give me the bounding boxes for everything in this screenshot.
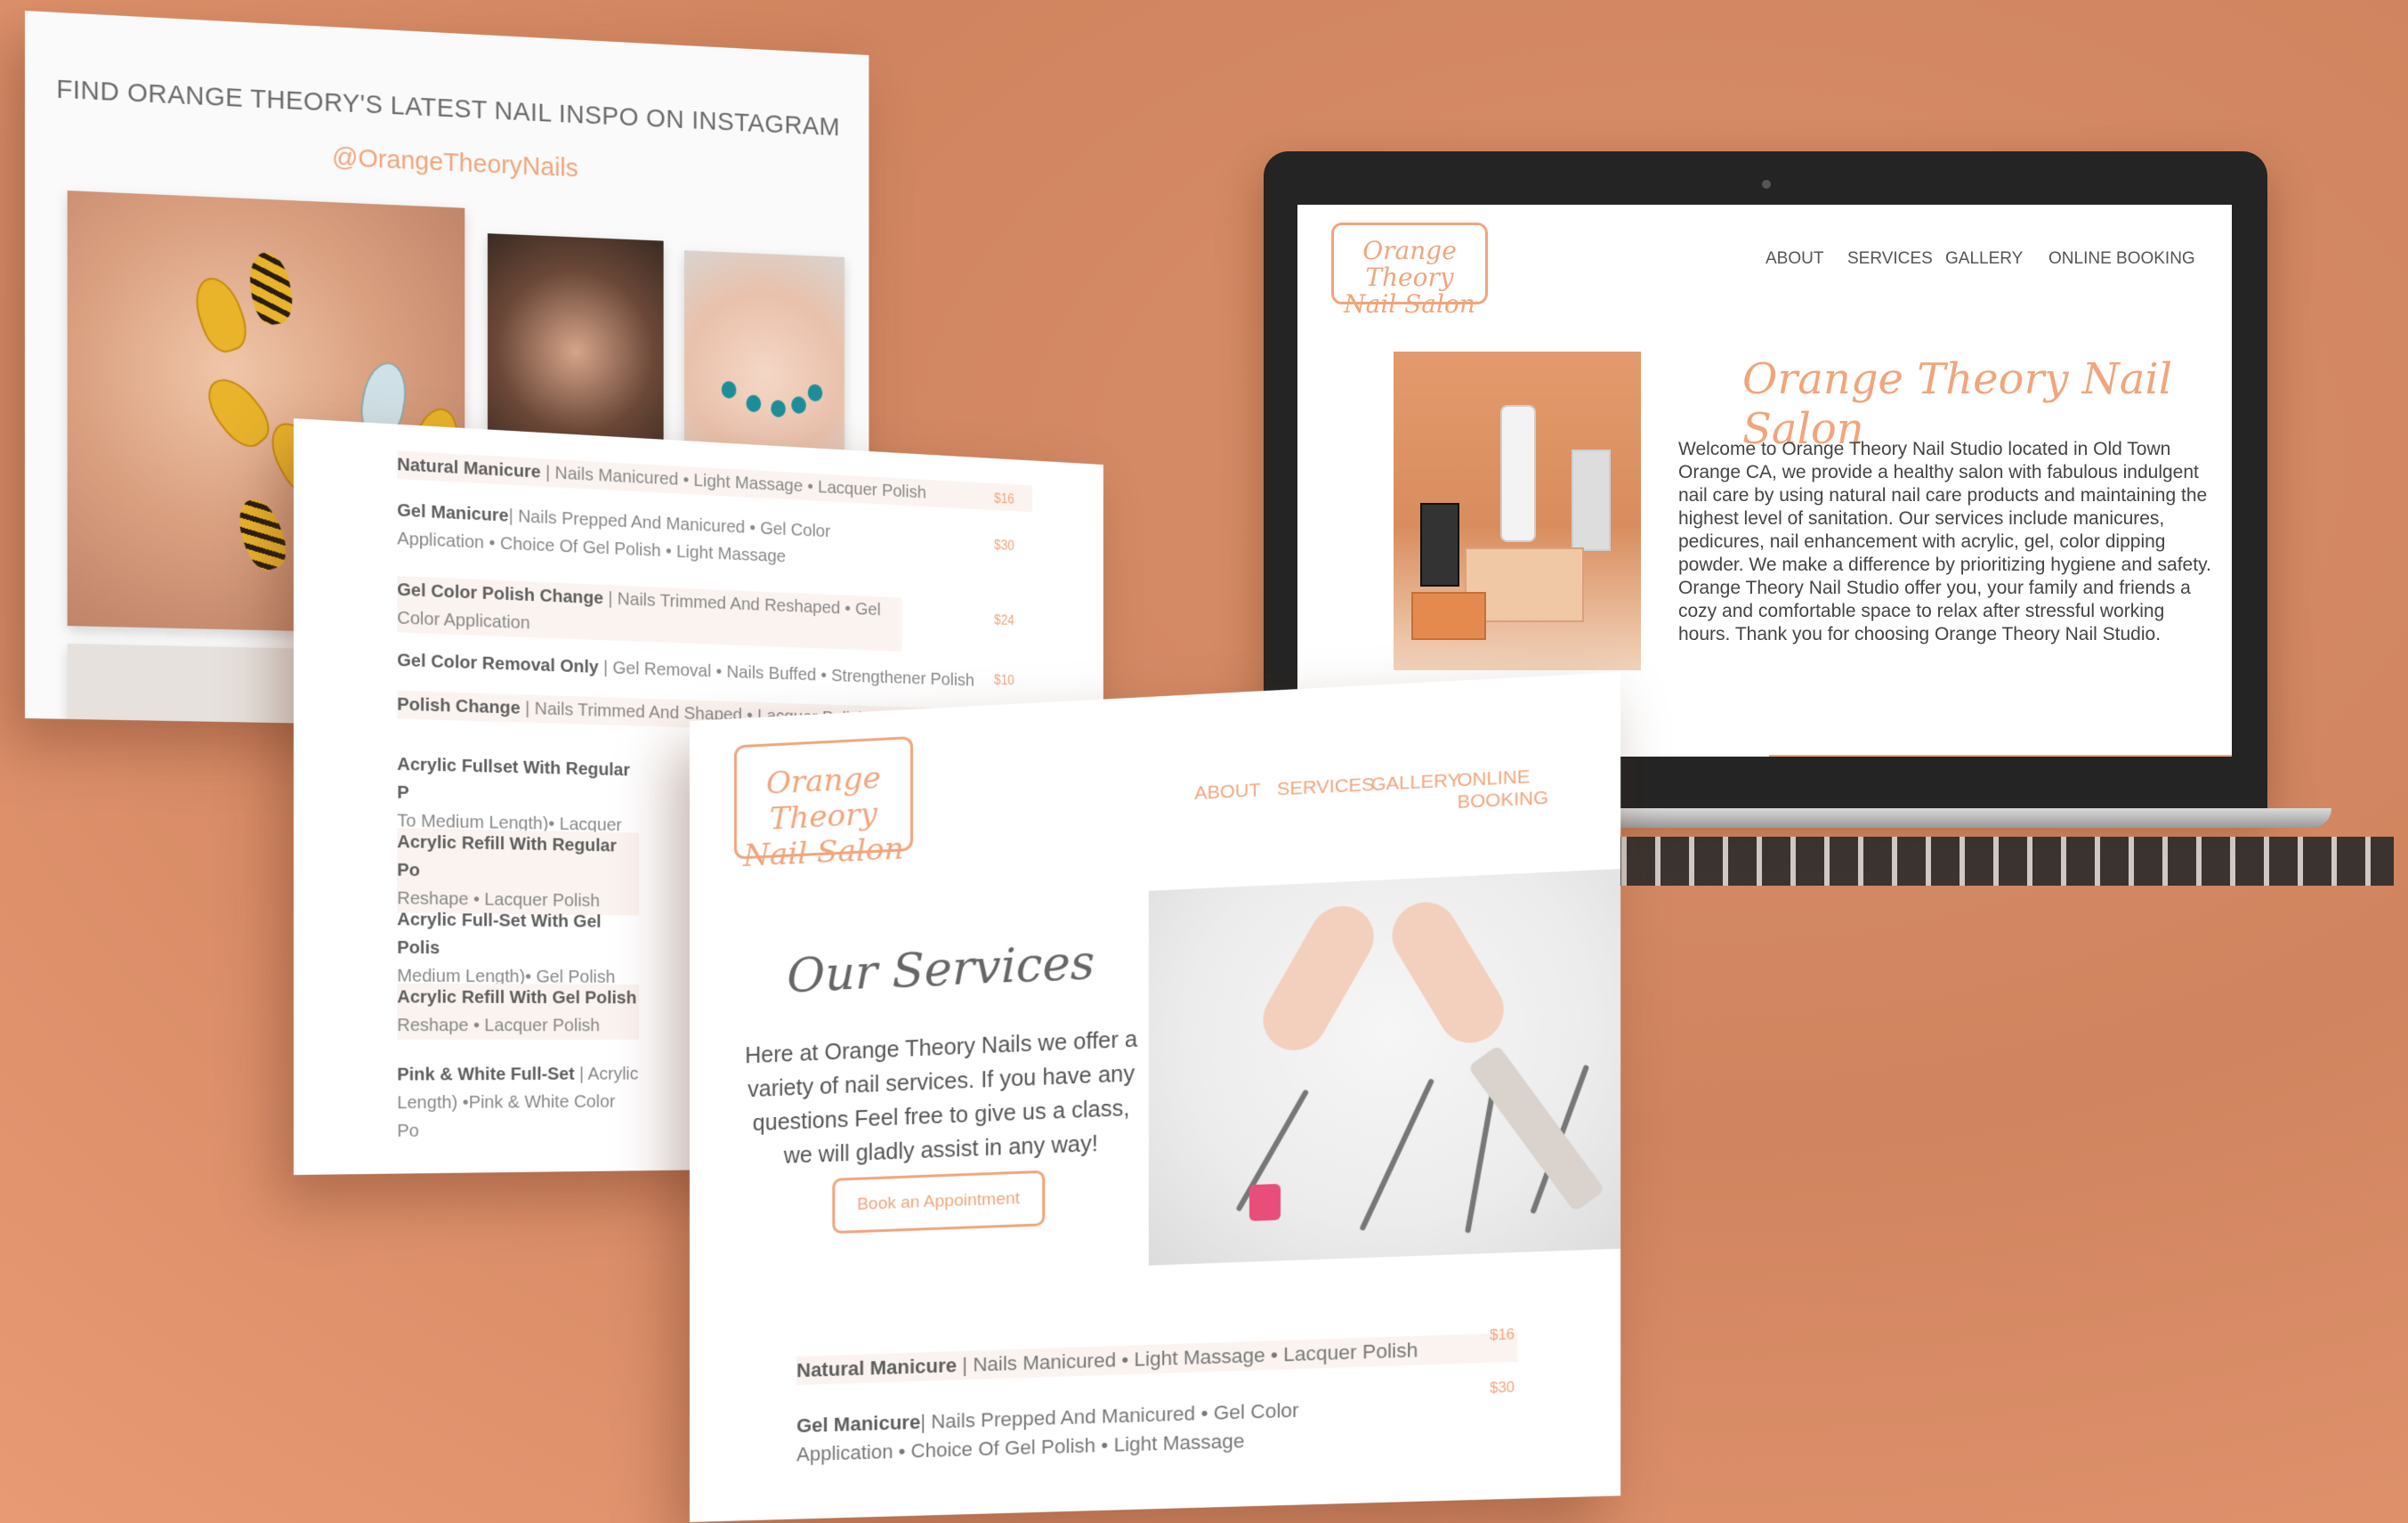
block-shape bbox=[1411, 592, 1486, 640]
nav-online-booking[interactable]: ONLINE BOOKING bbox=[1457, 762, 1620, 814]
salon-products-photo bbox=[1394, 352, 1641, 670]
price-value: $30 bbox=[994, 539, 1014, 555]
nav-about[interactable]: ABOUT bbox=[1194, 780, 1261, 805]
price-row: Gel Color Removal Only | Gel Removal • N… bbox=[397, 646, 1031, 696]
polish-bottle bbox=[1249, 1184, 1281, 1221]
price-row: Gel Manicure| Nails Prepped And Manicure… bbox=[397, 497, 901, 576]
service-price: $16 bbox=[1490, 1327, 1515, 1344]
mockup-stage: FIND ORANGE THEORY'S LATEST NAIL INSPO O… bbox=[0, 0, 2408, 1523]
tool-shape bbox=[1465, 1088, 1496, 1233]
price-row: Pink & White Full-Set | Acrylic Length) … bbox=[397, 1060, 639, 1146]
nav-gallery[interactable]: GALLERY bbox=[1945, 249, 2023, 269]
bottle-shape bbox=[1500, 405, 1536, 542]
logo-line: Nail Salon bbox=[737, 830, 910, 875]
service-row: Gel Manicure| Nails Prepped And Manicure… bbox=[796, 1394, 1360, 1469]
toe-dot bbox=[747, 394, 762, 412]
salon-logo[interactable]: Orange Theory Nail Salon bbox=[1331, 223, 1488, 304]
nav-about[interactable]: ABOUT bbox=[1766, 249, 1823, 269]
toe-dot bbox=[722, 381, 737, 399]
service-price: $30 bbox=[1490, 1380, 1515, 1397]
price-value: $10 bbox=[994, 673, 1014, 689]
toe-dot bbox=[771, 400, 786, 417]
salon-logo[interactable]: Orange Theory Nail Salon bbox=[734, 736, 913, 860]
tool-shape bbox=[1359, 1078, 1434, 1231]
nav-gallery[interactable]: GALLERY bbox=[1371, 770, 1461, 797]
price-value: $16 bbox=[994, 491, 1014, 507]
nail-photo-pedicure[interactable] bbox=[684, 250, 844, 458]
toe-dot bbox=[791, 396, 806, 414]
toe-dot bbox=[808, 384, 823, 401]
camera-dot bbox=[1762, 180, 1771, 189]
nail-shape bbox=[187, 271, 254, 357]
book-appointment-button[interactable]: Book an Appointment bbox=[832, 1171, 1045, 1234]
manicure-tools-photo bbox=[1149, 869, 1620, 1266]
bottle-shape bbox=[1572, 450, 1611, 551]
services-title: Our Services bbox=[690, 931, 1194, 1008]
instagram-handle-link[interactable]: @OrangeTheoryNails bbox=[25, 128, 869, 197]
logo-line: Nail Salon bbox=[1334, 291, 1485, 318]
laptop-keyboard bbox=[1593, 837, 2394, 886]
nail-shape bbox=[245, 250, 296, 327]
price-value: $24 bbox=[994, 613, 1014, 629]
price-row: Acrylic Refill With Gel Polish Reshape • … bbox=[397, 984, 639, 1040]
nav-online-booking[interactable]: ONLINE BOOKING bbox=[2048, 249, 2195, 269]
laptop-screen: Orange Theory Nail Salon ABOUT SERVICES … bbox=[1297, 205, 2232, 757]
services-intro: Here at Orange Theory Nails we offer a v… bbox=[743, 1022, 1140, 1174]
service-row: Natural Manicure | Nails Manicured • Lig… bbox=[796, 1333, 1517, 1385]
about-text: Welcome to Orange Theory Nail Studio loc… bbox=[1678, 438, 2212, 646]
price-row: Acrylic Refill With Regular Po Reshape • … bbox=[397, 828, 639, 915]
bottle-shape bbox=[1420, 503, 1459, 587]
footer-bar bbox=[1769, 755, 2232, 757]
nail-shape bbox=[197, 369, 278, 456]
nail-photo-manicure[interactable] bbox=[488, 233, 664, 448]
hand-shape bbox=[1380, 890, 1515, 1055]
services-panel: Orange Theory Nail Salon ABOUT SERVICES … bbox=[690, 672, 1620, 1522]
price-row: Gel Color Polish Change | Nails Trimmed … bbox=[397, 576, 901, 652]
logo-line: Orange Theory bbox=[1334, 238, 1485, 291]
nav-services[interactable]: SERVICES bbox=[1847, 249, 1933, 269]
nav-services[interactable]: SERVICES bbox=[1277, 774, 1375, 801]
price-row: Acrylic Full-Set With Gel Polis Medium Le… bbox=[397, 905, 639, 991]
logo-line: Orange Theory bbox=[737, 758, 910, 838]
nail-shape bbox=[231, 494, 293, 575]
hand-shape bbox=[1251, 895, 1386, 1062]
